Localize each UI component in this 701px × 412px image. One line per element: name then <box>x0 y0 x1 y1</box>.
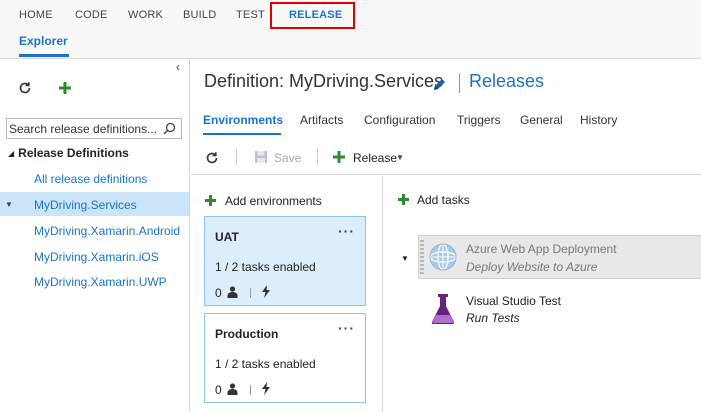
tab-environments[interactable]: Environments <box>203 113 283 127</box>
explorer-underline <box>19 54 69 57</box>
tab-configuration[interactable]: Configuration <box>364 113 435 127</box>
nav-home[interactable]: HOME <box>19 9 53 21</box>
approver-person-icon[interactable] <box>227 286 238 298</box>
title-separator <box>459 73 460 93</box>
save-button[interactable]: Save <box>274 151 301 165</box>
environment-name: UAT <box>215 230 239 244</box>
tree-item-xamarin-uwp[interactable]: MyDriving.Xamarin.UWP <box>34 275 167 289</box>
task-expand-triangle-icon[interactable]: ▼ <box>401 254 409 263</box>
approver-person-icon[interactable] <box>227 383 238 395</box>
tasks-enabled-text: 1 / 2 tasks enabled <box>215 260 316 274</box>
toolbar-separator <box>317 149 318 165</box>
refresh-icon[interactable] <box>18 81 32 95</box>
tab-history[interactable]: History <box>580 113 617 127</box>
expanded-triangle-icon: ◢ <box>8 149 15 158</box>
environment-card-production[interactable]: Production ··· 1 / 2 tasks enabled 0 <box>204 313 366 403</box>
tasks-enabled-text: 1 / 2 tasks enabled <box>215 357 316 371</box>
tree-item-xamarin-ios[interactable]: MyDriving.Xamarin.iOS <box>34 250 159 264</box>
tree-item-mydriving-services[interactable]: MyDriving.Services <box>34 198 137 212</box>
deployment-trigger-icon[interactable] <box>260 382 272 395</box>
deployment-trigger-icon[interactable] <box>260 285 272 298</box>
pencil-icon[interactable] <box>432 77 447 92</box>
task-subtitle: Deploy Website to Azure <box>466 260 598 274</box>
approver-count: 0 <box>215 383 222 397</box>
nav-code[interactable]: CODE <box>75 9 108 21</box>
nav-build[interactable]: BUILD <box>183 9 216 21</box>
card-separator <box>250 385 251 395</box>
nav-test[interactable]: TEST <box>236 9 265 21</box>
main-area: Definition: MyDriving.Services Releases … <box>191 59 701 412</box>
add-release-icon <box>333 151 345 163</box>
toolbar-refresh-icon[interactable] <box>205 151 219 165</box>
nav-work[interactable]: WORK <box>128 9 163 21</box>
task-title: Azure Web App Deployment <box>466 242 617 256</box>
release-highlight-box <box>270 2 355 29</box>
add-environments-button[interactable]: Add environments <box>225 194 322 208</box>
collapse-panel-icon[interactable]: ‹ <box>176 60 180 74</box>
add-environment-icon[interactable] <box>204 194 217 207</box>
top-navigation: HOME CODE WORK BUILD TEST RELEASE <box>0 0 701 30</box>
tasks-column: Add tasks ▼ Azure Web App Deployment Dep… <box>384 176 701 412</box>
environment-card-uat[interactable]: UAT ··· 1 / 2 tasks enabled 0 <box>204 216 366 306</box>
task-title: Visual Studio Test <box>466 294 561 308</box>
card-separator <box>250 288 251 298</box>
add-definition-icon[interactable] <box>58 81 72 95</box>
tree-item-xamarin-android[interactable]: MyDriving.Xamarin.Android <box>34 224 180 238</box>
tree-header-label: Release Definitions <box>18 146 129 160</box>
approver-count: 0 <box>215 286 222 300</box>
releases-link[interactable]: Releases <box>469 71 544 92</box>
add-tasks-button[interactable]: Add tasks <box>417 193 470 207</box>
environments-column: Add environments UAT ··· 1 / 2 tasks ena… <box>191 176 383 412</box>
left-panel: ‹ ◢Release Definitions ▼ All release def… <box>0 59 190 412</box>
release-button[interactable]: Release <box>353 151 397 165</box>
tab-artifacts[interactable]: Artifacts <box>300 113 343 127</box>
selected-item-arrow-icon: ▼ <box>5 200 13 209</box>
tree-header[interactable]: ◢ Release Definitions <box>8 146 129 160</box>
environment-name: Production <box>215 327 279 341</box>
tree-item-all[interactable]: All release definitions <box>34 172 147 186</box>
tab-triggers[interactable]: Triggers <box>457 113 501 127</box>
task-subtitle: Run Tests <box>466 311 520 325</box>
more-options-icon[interactable]: ··· <box>338 223 355 239</box>
save-icon <box>255 151 267 163</box>
azure-web-app-icon <box>429 243 457 271</box>
sub-navigation: Explorer <box>0 30 701 59</box>
search-icon[interactable] <box>163 122 176 135</box>
chevron-down-icon[interactable]: ▼ <box>396 153 404 162</box>
search-input[interactable] <box>9 121 159 136</box>
search-box <box>6 118 182 139</box>
tab-general[interactable]: General <box>520 113 563 127</box>
definition-title: Definition: MyDriving.Services <box>204 71 444 91</box>
drag-handle-icon[interactable] <box>420 239 424 275</box>
tab-explorer[interactable]: Explorer <box>19 34 68 48</box>
toolbar: Save Release ▼ <box>191 139 701 175</box>
active-tab-underline <box>203 133 281 135</box>
visual-studio-test-flask-icon <box>431 294 455 324</box>
add-task-icon[interactable] <box>397 193 410 206</box>
toolbar-separator <box>236 149 237 165</box>
more-options-icon[interactable]: ··· <box>338 320 355 336</box>
